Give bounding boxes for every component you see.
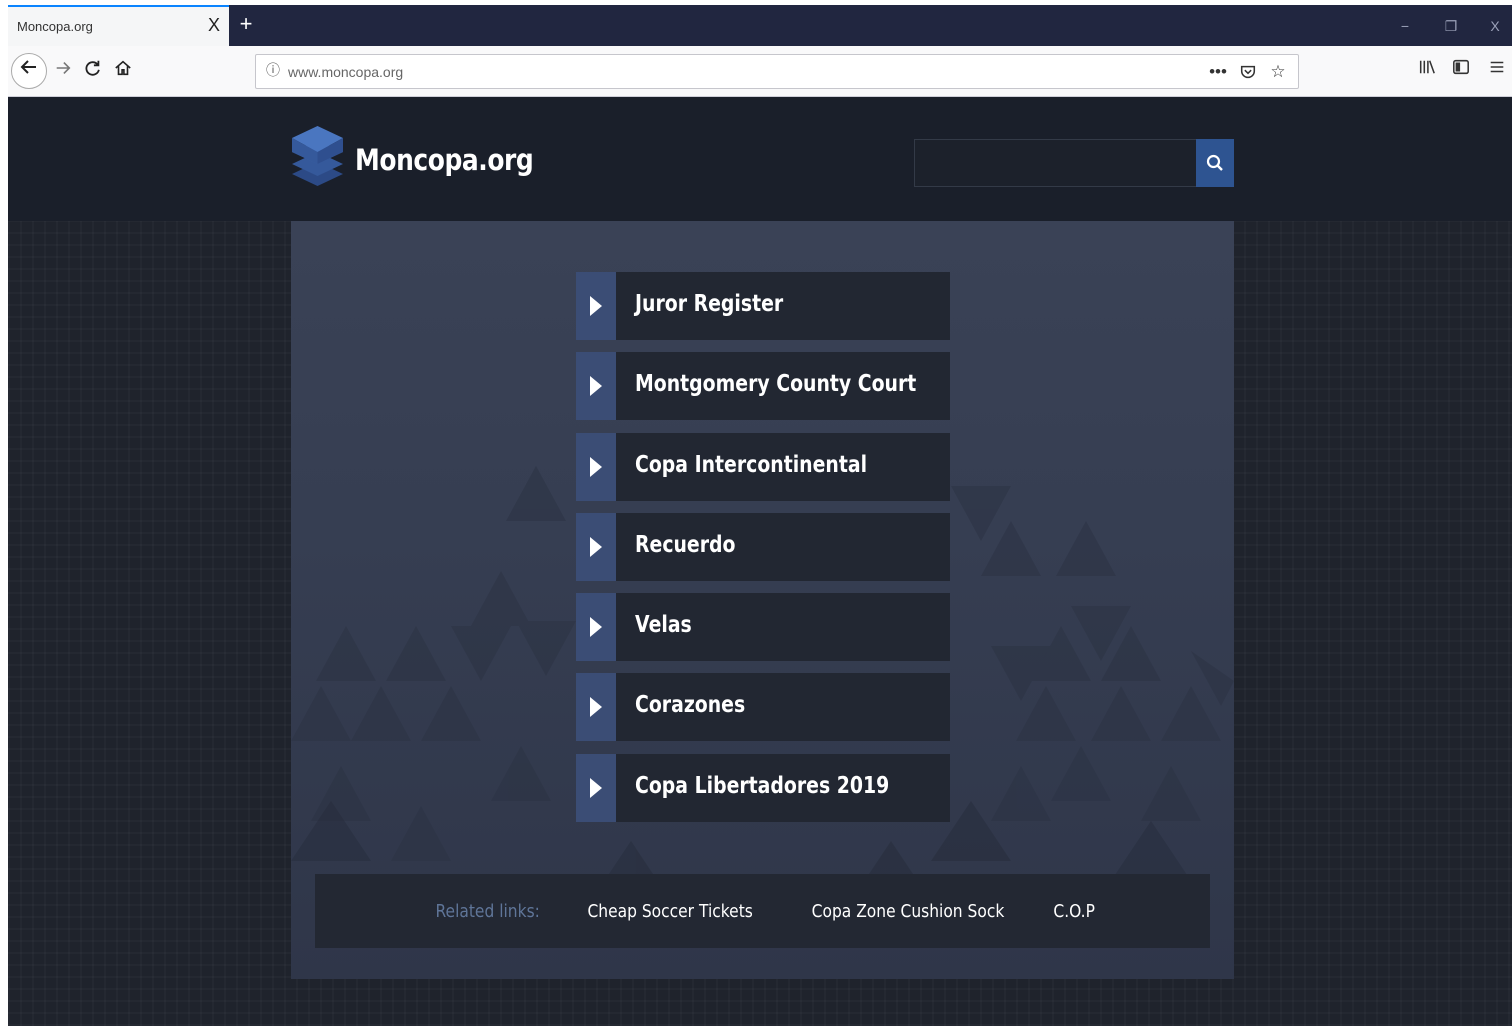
menu-item-label: Recuerdo: [635, 531, 736, 558]
related-link-cop[interactable]: C.O.P: [1054, 901, 1096, 922]
restore-icon[interactable]: ❐: [1436, 13, 1466, 39]
window-close-icon[interactable]: X: [1480, 13, 1510, 39]
menu-item-label: Copa Libertadores 2019: [635, 772, 890, 799]
site-search-input[interactable]: [914, 139, 1197, 187]
browser-titlebar: Moncopa.org X + − ❐ X: [8, 5, 1512, 46]
page-actions-icon[interactable]: •••: [1206, 59, 1230, 85]
home-icon[interactable]: [108, 56, 138, 86]
play-arrow-icon: [576, 512, 616, 581]
menu-item-copa-intercontinental[interactable]: Copa Intercontinental: [576, 432, 950, 501]
logo-layers-icon[interactable]: [290, 122, 345, 197]
menu-hamburger-icon[interactable]: [1483, 56, 1511, 86]
site-info-icon[interactable]: ⓘ: [264, 61, 282, 79]
search-button[interactable]: [1196, 139, 1234, 187]
menu-item-label: Corazones: [635, 692, 746, 719]
address-bar[interactable]: ⓘ www.moncopa.org ••• ☆: [255, 54, 1299, 89]
menu-item-label: Montgomery County Court: [635, 371, 917, 398]
play-arrow-icon: [576, 352, 616, 421]
forward-arrow-icon[interactable]: [48, 56, 78, 86]
play-arrow-icon: [576, 272, 616, 340]
tab-title: Moncopa.org: [17, 19, 93, 34]
bookmark-star-icon[interactable]: ☆: [1266, 59, 1290, 85]
related-links-bar: Related links: Cheap Soccer Tickets Copa…: [315, 874, 1210, 948]
sidebar-icon[interactable]: [1447, 56, 1475, 86]
menu-item-juror-register[interactable]: Juror Register: [576, 272, 950, 340]
play-arrow-icon: [576, 673, 616, 742]
new-tab-button[interactable]: +: [233, 11, 259, 37]
search-icon: [1206, 154, 1223, 171]
play-arrow-icon: [576, 432, 616, 501]
pocket-icon[interactable]: [1236, 59, 1260, 85]
related-link-copa-zone-cushion-sock[interactable]: Copa Zone Cushion Sock: [812, 901, 1005, 922]
play-arrow-icon: [576, 753, 616, 822]
content-panel: Juror Register Montgomery County Court C…: [291, 221, 1234, 979]
menu-item-corazones[interactable]: Corazones: [576, 673, 950, 742]
url-text[interactable]: www.moncopa.org: [288, 64, 403, 80]
menu-item-label: Velas: [635, 612, 692, 639]
library-icon[interactable]: [1413, 56, 1441, 86]
web-page: Moncopa.org Juror Register Montgomery Co…: [8, 97, 1512, 1026]
related-link-cheap-soccer-tickets[interactable]: Cheap Soccer Tickets: [587, 901, 752, 922]
menu-item-velas[interactable]: Velas: [576, 593, 950, 662]
minimize-icon[interactable]: −: [1390, 13, 1420, 39]
site-header: Moncopa.org: [8, 97, 1512, 221]
reload-icon[interactable]: [78, 56, 108, 86]
tab-close-icon[interactable]: X: [203, 14, 225, 36]
menu-item-label: Copa Intercontinental: [635, 451, 868, 478]
menu-item-label: Juror Register: [635, 291, 784, 317]
browser-tab[interactable]: Moncopa.org X: [8, 5, 229, 46]
back-arrow-icon[interactable]: [11, 53, 47, 89]
related-links-label: Related links:: [435, 900, 540, 922]
site-logo-text[interactable]: Moncopa.org: [355, 143, 534, 177]
menu-item-recuerdo[interactable]: Recuerdo: [576, 512, 950, 581]
menu-item-montgomery-county-court[interactable]: Montgomery County Court: [576, 352, 950, 421]
menu-list: Juror Register Montgomery County Court C…: [576, 272, 950, 834]
play-arrow-icon: [576, 593, 616, 662]
browser-navbar: ⓘ www.moncopa.org ••• ☆: [8, 46, 1512, 97]
menu-item-copa-libertadores-2019[interactable]: Copa Libertadores 2019: [576, 753, 950, 822]
